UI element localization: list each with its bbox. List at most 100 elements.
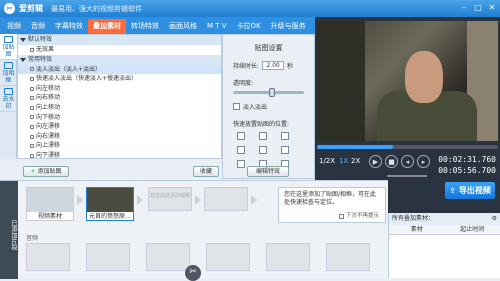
add-clip-slot[interactable]: 双击此处添加视频	[148, 187, 192, 211]
position-cell[interactable]	[237, 146, 245, 154]
arrow-icon	[195, 195, 201, 205]
duration-input[interactable]: 2.00	[262, 61, 284, 70]
tab-video[interactable]: 视频	[2, 19, 26, 34]
effect-label: 向右漂移	[36, 132, 60, 142]
tab-overlay[interactable]: 叠加素材	[88, 19, 126, 34]
sidebar-item-frame[interactable]: 加相框	[0, 60, 17, 86]
sidebar-item-watermark[interactable]: 去水印	[0, 86, 17, 112]
audio-slot[interactable]	[86, 243, 130, 271]
position-cell[interactable]	[281, 132, 289, 140]
frame-icon	[4, 62, 13, 69]
scissors-icon[interactable]: ✂	[185, 265, 201, 281]
timeline-panel: 已添加片段 视频素材 元首的愤怒原… 双击此处添加视频 您在这里添加了贴图/相框…	[0, 180, 388, 278]
group-label: 默认特效	[28, 35, 52, 45]
effect-label: 向右移动	[36, 93, 60, 103]
add-sticker-button[interactable]: + 添加贴图	[23, 166, 69, 177]
video-figure-face	[405, 51, 443, 103]
effect-dot-icon	[30, 67, 34, 71]
settings-title: 贴图设置	[223, 35, 314, 53]
playback-progress[interactable]	[317, 145, 498, 149]
effect-item[interactable]: 向下漂移	[18, 151, 221, 159]
effect-item[interactable]: 向右漂移	[18, 132, 221, 142]
effect-label: 向上漂移	[36, 141, 60, 151]
effect-item[interactable]: 无效果	[18, 45, 221, 55]
effect-label: 向左漂移	[36, 122, 60, 132]
speed-2x[interactable]: 2X	[351, 157, 360, 165]
position-cell[interactable]	[237, 160, 245, 168]
position-cell[interactable]	[281, 146, 289, 154]
empty-slot[interactable]	[204, 187, 248, 211]
position-cell[interactable]	[259, 132, 267, 140]
effect-label: 快速淡入淡出（快速淡入+慢速淡出）	[36, 74, 137, 84]
prev-frame-icon[interactable]: ◂	[401, 155, 414, 168]
timeline-clip[interactable]: 视频素材	[26, 187, 74, 221]
app-name: 爱剪辑	[19, 3, 43, 14]
volume-slider[interactable]	[387, 175, 427, 177]
audio-slot[interactable]	[146, 243, 190, 271]
fade-checkbox[interactable]	[233, 103, 240, 110]
position-cell[interactable]	[259, 146, 267, 154]
title-bar: ✂ 爱剪辑 最易用、强大的视频剪辑软件 – □ ✕	[0, 0, 500, 17]
video-preview	[317, 21, 498, 141]
sticker-icon	[4, 36, 13, 43]
effect-item[interactable]: 向右移动	[18, 93, 221, 103]
collect-label: 收藏	[200, 168, 212, 175]
tab-upgrade[interactable]: 升级与服务	[266, 19, 311, 34]
tab-transitions[interactable]: 转场特效	[126, 19, 164, 34]
tab-picture-style[interactable]: 画面风格	[164, 19, 202, 34]
stop-icon[interactable]: ■	[385, 155, 398, 168]
effect-dot-icon	[30, 48, 34, 52]
audio-slot[interactable]	[326, 243, 370, 271]
arrow-icon	[77, 195, 83, 205]
maximize-button[interactable]: □	[472, 2, 484, 13]
add-icon: +	[31, 168, 36, 175]
effect-list: 默认特效 无效果 常用特效 淡入淡出（淡入+淡出） 快速淡入淡出（快速淡入+慢速…	[17, 34, 222, 159]
tab-subtitle-effects[interactable]: 字幕特效	[50, 19, 88, 34]
sidebar-item-sticker[interactable]: 加贴图	[0, 34, 17, 60]
export-video-button[interactable]: ⇪ 导出视频	[445, 182, 495, 199]
sidebar-item-label: 加贴图	[0, 44, 17, 58]
speed-1x[interactable]: 1X	[339, 157, 348, 165]
tab-audio[interactable]: 音频	[26, 19, 50, 34]
opacity-slider[interactable]	[233, 91, 304, 94]
tab-mtv[interactable]: M T V	[202, 19, 232, 34]
play-icon[interactable]: ▶	[369, 155, 382, 168]
minimize-button[interactable]: –	[458, 2, 470, 13]
gear-icon[interactable]: ⚙	[492, 213, 497, 225]
audio-slot[interactable]	[26, 243, 70, 271]
effect-group-default[interactable]: 默认特效	[18, 35, 221, 45]
audio-slot[interactable]	[206, 243, 250, 271]
app-logo: ✂	[4, 3, 15, 14]
effect-label: 淡入淡出（淡入+淡出）	[36, 65, 101, 75]
close-button[interactable]: ✕	[486, 2, 498, 13]
effect-item[interactable]: 向上移动	[18, 103, 221, 113]
next-frame-icon[interactable]: ▸	[417, 155, 430, 168]
tab-karaoke[interactable]: 卡拉OK	[232, 19, 266, 34]
edit-effect-button[interactable]: 编辑特效	[247, 166, 289, 177]
slider-knob[interactable]	[269, 88, 275, 97]
effect-dot-icon	[30, 115, 34, 119]
timeline-clip[interactable]: 元首的愤怒原…	[86, 187, 134, 221]
arrow-icon	[137, 195, 143, 205]
effect-dot-icon	[30, 144, 34, 148]
collect-button[interactable]: 收藏	[193, 166, 219, 177]
position-cell[interactable]	[237, 132, 245, 140]
effect-item[interactable]: 向左移动	[18, 84, 221, 94]
audio-slot[interactable]	[266, 243, 310, 271]
speed-half[interactable]: 1/2X	[319, 157, 335, 165]
effect-group-common[interactable]: 常用特效	[18, 55, 221, 65]
dont-show-checkbox[interactable]	[339, 214, 344, 219]
app-tagline: 最易用、强大的视频剪辑软件	[51, 4, 142, 14]
effect-item[interactable]: 向下移动	[18, 113, 221, 123]
sidebar-item-label: 去水印	[0, 96, 17, 110]
group-label: 常用特效	[28, 55, 52, 65]
collapse-arrow-icon	[20, 58, 26, 62]
effect-item[interactable]: 向左漂移	[18, 122, 221, 132]
effect-item[interactable]: 淡入淡出（淡入+淡出）	[18, 65, 221, 75]
effect-item[interactable]: 向上漂移	[18, 141, 221, 151]
effect-label: 向下移动	[36, 113, 60, 123]
position-label: 快速放置贴图的位置:	[233, 119, 289, 128]
effect-item[interactable]: 快速淡入淡出（快速淡入+慢速淡出）	[18, 74, 221, 84]
audio-track-label: 音频	[26, 233, 38, 242]
effect-dot-icon	[30, 154, 34, 158]
